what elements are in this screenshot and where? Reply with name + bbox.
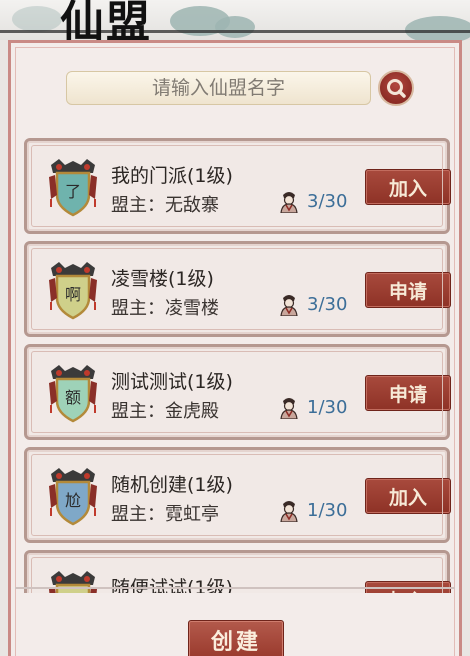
search-button[interactable] [378, 70, 414, 106]
cloud-decoration [215, 16, 255, 38]
member-icon [280, 295, 298, 316]
create-button[interactable]: 创建 [188, 620, 284, 656]
leader-name: 霓虹亭 [165, 504, 219, 525]
leader-label: 盟主： [111, 504, 165, 525]
union-action-button[interactable]: 加入 [365, 169, 451, 205]
union-name: 测试测试(1级) [111, 371, 233, 393]
union-name: 随机创建(1级) [111, 474, 233, 496]
union-name: 凌雪楼(1级) [111, 268, 214, 290]
svg-text:额: 额 [65, 388, 81, 407]
search-input[interactable] [67, 72, 370, 104]
union-emblem-icon: 啊 [49, 262, 97, 320]
svg-text:尬: 尬 [65, 491, 81, 510]
search-icon [387, 79, 406, 98]
union-action-button[interactable]: 加入 [365, 478, 451, 514]
member-icon [280, 501, 298, 522]
union-list[interactable]: 了 我的门派(1级) 盟主：无敌寨 3/30 加入 啊 凌雪楼(1级) 盟主：凌… [15, 135, 455, 593]
leader-label: 盟主： [111, 195, 165, 216]
search-bar [66, 71, 371, 105]
union-leader: 盟主：金虎殿 [111, 397, 219, 423]
union-card[interactable]: 了 我的门派(1级) 盟主：无敌寨 3/30 加入 [24, 138, 451, 234]
union-action-button[interactable]: 申请 [365, 272, 451, 308]
union-card[interactable]: 尬 随机创建(1级) 盟主：霓虹亭 1/30 加入 [24, 447, 451, 543]
member-count: 1/30 [307, 397, 348, 418]
leader-name: 金虎殿 [165, 401, 219, 422]
cloud-decoration [12, 6, 62, 32]
union-emblem-icon: 额 [49, 365, 97, 423]
member-count: 3/30 [307, 191, 348, 212]
leader-name: 凌雪楼 [165, 298, 219, 319]
union-emblem-icon: 尬 [49, 468, 97, 526]
union-card[interactable]: 啊 凌雪楼(1级) 盟主：凌雪楼 3/30 申请 [24, 241, 451, 337]
leader-label: 盟主： [111, 401, 165, 422]
svg-text:了: 了 [65, 182, 81, 201]
union-leader: 盟主：凌雪楼 [111, 294, 219, 320]
member-icon [280, 398, 298, 419]
leader-name: 无敌寨 [165, 195, 219, 216]
svg-text:啊: 啊 [65, 285, 81, 304]
top-banner: 仙盟 [0, 0, 470, 48]
union-emblem-icon: 了 [49, 159, 97, 217]
union-panel: 了 我的门派(1级) 盟主：无敌寨 3/30 加入 啊 凌雪楼(1级) 盟主：凌… [8, 40, 462, 656]
union-leader: 盟主：无敌寨 [111, 191, 219, 217]
union-action-button[interactable]: 申请 [365, 375, 451, 411]
list-divider [15, 587, 455, 597]
member-count: 1/30 [307, 500, 348, 521]
member-count: 3/30 [307, 294, 348, 315]
union-leader: 盟主：霓虹亭 [111, 500, 219, 526]
member-icon [280, 192, 298, 213]
union-card[interactable]: 额 测试测试(1级) 盟主：金虎殿 1/30 申请 [24, 344, 451, 440]
leader-label: 盟主： [111, 298, 165, 319]
union-name: 我的门派(1级) [111, 165, 233, 187]
